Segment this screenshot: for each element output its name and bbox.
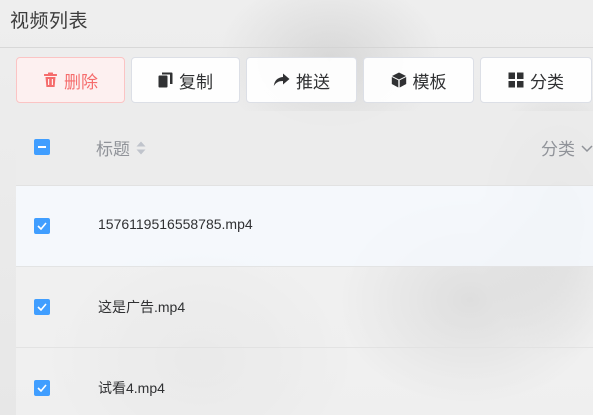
copy-label: 复制 [179, 72, 213, 92]
table-row[interactable]: 这是广告.mp4 [16, 267, 593, 348]
grid-icon [508, 72, 524, 88]
table-header: 标题 分类 [16, 111, 593, 186]
cube-icon [391, 72, 407, 88]
trash-icon [43, 72, 58, 88]
column-category-label: 分类 [541, 140, 575, 159]
column-header-title[interactable]: 标题 [96, 135, 146, 160]
row-checkbox[interactable] [34, 380, 50, 396]
video-title: 1576119516558785.mp4 [98, 216, 253, 232]
copy-button[interactable]: 复制 [131, 57, 240, 103]
video-title: 试看4.mp4 [98, 380, 165, 396]
chevron-down-icon[interactable] [581, 138, 593, 158]
category-button[interactable]: 分类 [480, 57, 592, 103]
table-row[interactable]: 试看4.mp4 [16, 348, 593, 415]
video-table: 标题 分类 1576119516558785.mp4 这是广告.mp4 试看4.… [16, 111, 593, 415]
push-label: 推送 [296, 72, 330, 92]
select-all-checkbox[interactable] [34, 139, 50, 155]
share-arrow-icon [273, 73, 290, 87]
copy-icon [158, 72, 173, 88]
push-button[interactable]: 推送 [246, 57, 357, 103]
sort-caret-icon[interactable] [136, 141, 146, 155]
main-content: 视频列表 删除 复制 推送 模板 分类 标题 分类 15761195165587… [0, 0, 593, 415]
divider [0, 47, 593, 48]
row-checkbox[interactable] [34, 218, 50, 234]
table-row[interactable]: 1576119516558785.mp4 [16, 186, 593, 267]
template-button[interactable]: 模板 [363, 57, 474, 103]
toolbar: 删除 复制 推送 模板 分类 [16, 57, 592, 103]
category-label: 分类 [530, 72, 564, 92]
column-title-label: 标题 [96, 140, 130, 159]
app-window: 视频列表 删除 复制 推送 模板 分类 标题 分类 15761195165587… [0, 0, 593, 415]
delete-label: 删除 [64, 72, 98, 92]
delete-button[interactable]: 删除 [16, 57, 125, 103]
video-title: 这是广告.mp4 [98, 299, 186, 315]
column-header-category[interactable]: 分类 [541, 135, 593, 160]
template-label: 模板 [412, 72, 447, 92]
row-checkbox[interactable] [34, 299, 50, 315]
page-title: 视频列表 [10, 11, 89, 32]
